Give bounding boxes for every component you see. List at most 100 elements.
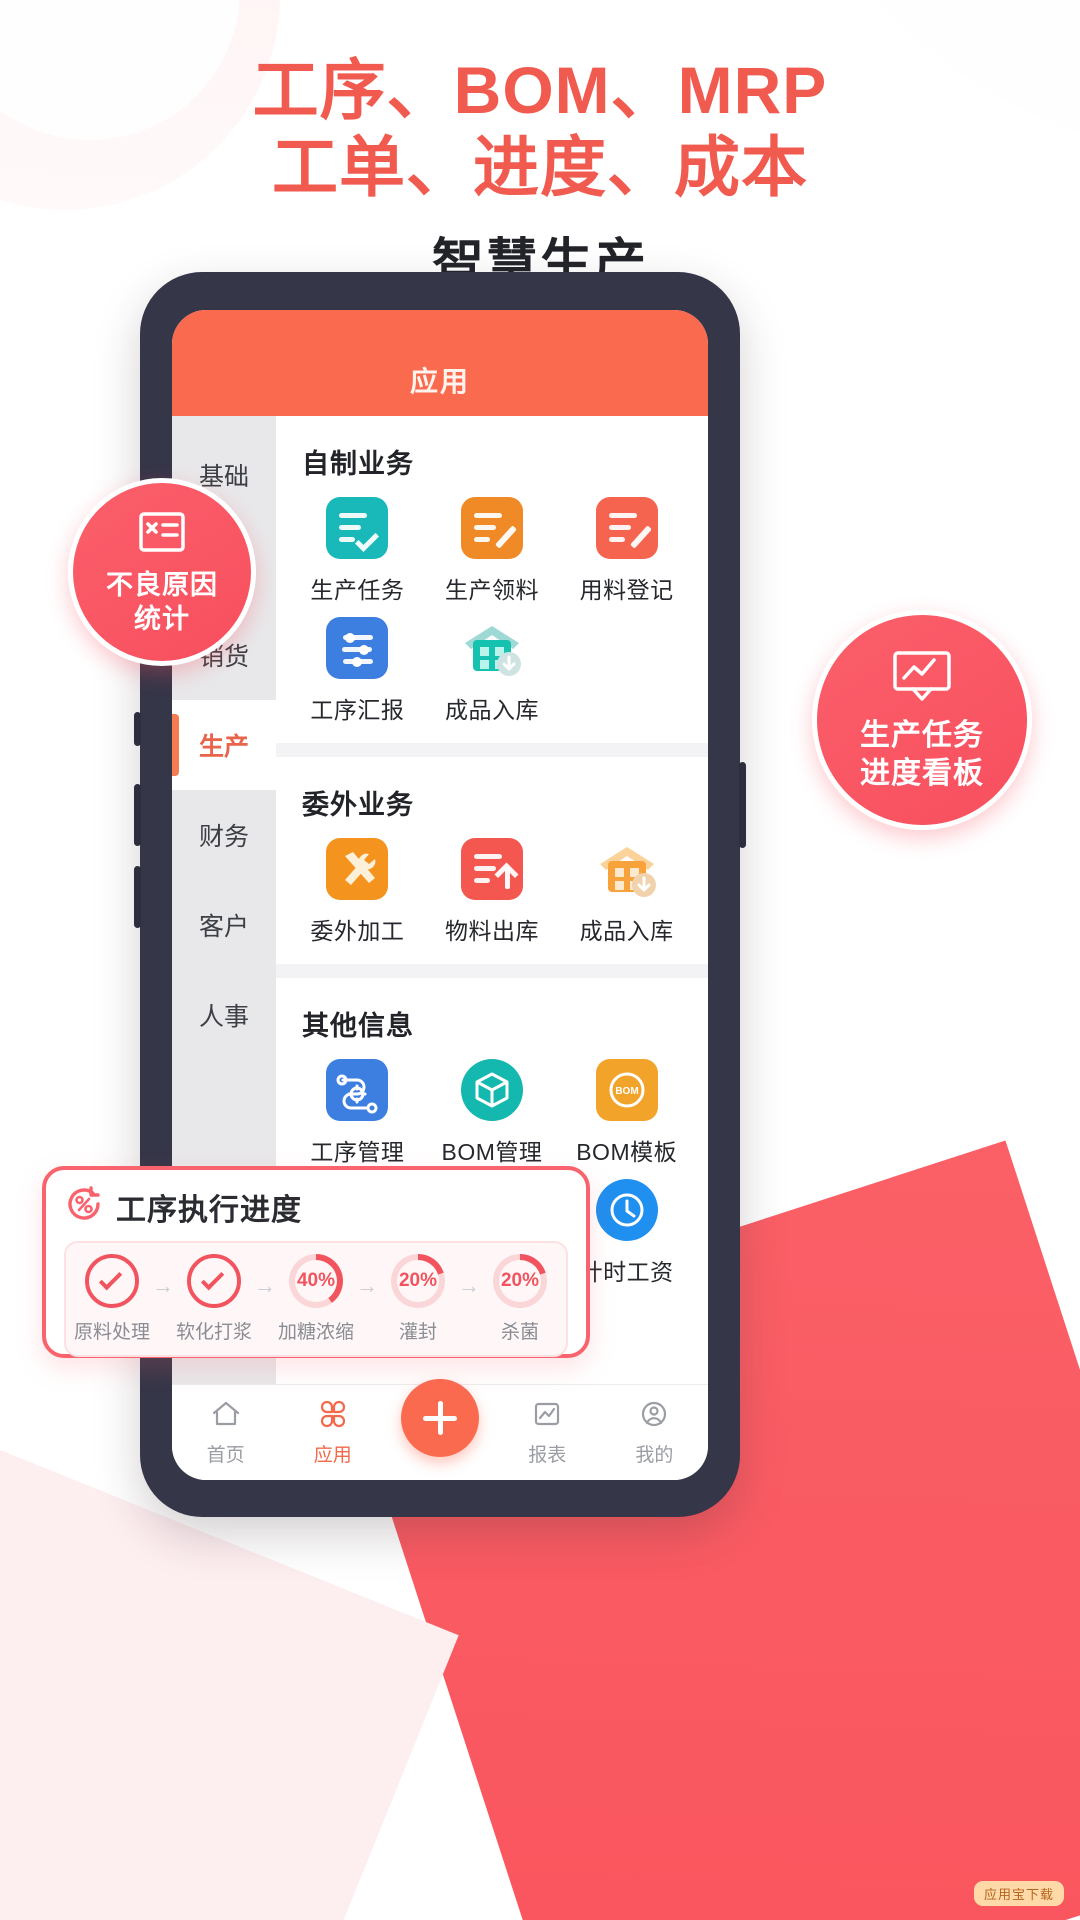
- headline-block: 工序、BOM、MRP 工单、进度、成本 智慧生产: [0, 52, 1080, 296]
- headline-line-2: 工单、进度、成本: [272, 129, 808, 204]
- section-title-outsourced: 委外业务: [302, 790, 414, 820]
- step-value: 20%: [397, 1260, 439, 1302]
- grid-apps-icon: [318, 1399, 348, 1434]
- step-value: 40%: [295, 1260, 337, 1302]
- flow-gear-icon: [326, 1059, 389, 1121]
- clock-icon: [595, 1179, 658, 1241]
- callout-label: 不良原因 统计: [106, 570, 218, 634]
- progress-step: 40% 加糖浓缩: [276, 1254, 356, 1344]
- app-tile-finished-goods-in-2[interactable]: 成品入库: [559, 838, 694, 946]
- progress-step: 原料处理: [72, 1254, 152, 1344]
- app-tile-label: 成品入库: [444, 697, 539, 723]
- nav-item-label: 首页: [206, 1444, 245, 1466]
- sliders-icon: [326, 617, 389, 679]
- section-grid-self-made: 生产任务 生产领料 用料登记 工序汇报 成品入库: [276, 487, 708, 743]
- nav-item-home[interactable]: 首页: [172, 1399, 279, 1467]
- warehouse-in-icon: [596, 838, 658, 900]
- app-tile-production-task[interactable]: 生产任务: [290, 497, 425, 605]
- step-ring-partial: 40%: [289, 1254, 343, 1308]
- add-button[interactable]: [401, 1379, 479, 1457]
- sidebar-item-kehu[interactable]: 客户: [172, 880, 276, 970]
- app-tile-process-report[interactable]: 工序汇报: [290, 617, 425, 725]
- app-tile-outsourced-processing[interactable]: 委外加工: [290, 838, 425, 946]
- sidebar-item-label: 财务: [198, 823, 249, 851]
- callout-label: 生产任务 进度看板: [860, 719, 984, 790]
- hammer-wrench-icon: [326, 838, 389, 900]
- home-icon: [211, 1399, 241, 1434]
- app-tile-bom-template[interactable]: BOM BOM模板: [559, 1059, 694, 1167]
- list-edit-icon: [595, 497, 658, 559]
- task-checklist-icon: [326, 497, 389, 559]
- check-icon: [200, 1266, 225, 1290]
- watermark-badge: 应用宝下载: [973, 1881, 1064, 1906]
- step-ring-partial: 20%: [391, 1254, 445, 1308]
- sidebar-item-label: 客户: [198, 913, 249, 941]
- cube-icon: [460, 1059, 523, 1121]
- check-icon: [98, 1266, 123, 1290]
- app-tile-label: 工序汇报: [310, 697, 405, 723]
- sidebar-item-label: 人事: [198, 1003, 249, 1031]
- app-tile-process-management[interactable]: 工序管理: [290, 1059, 425, 1167]
- app-tile-label: BOM管理: [441, 1139, 543, 1165]
- phone-button-silent: [134, 712, 141, 746]
- step-label: 软化打浆: [175, 1322, 252, 1343]
- step-arrow-icon: →: [254, 1273, 276, 1298]
- section-title-self-made: 自制业务: [302, 449, 414, 479]
- profile-icon: [639, 1399, 669, 1434]
- list-arrow-up-icon: [460, 838, 523, 900]
- phone-button-volume-down: [134, 866, 141, 928]
- progress-card-title: 工序执行进度: [116, 1193, 302, 1227]
- progress-step: 软化打浆: [174, 1254, 254, 1344]
- app-tile-label: 物料出库: [444, 918, 539, 944]
- kanban-chart-icon: [889, 648, 955, 709]
- phone-button-volume-up: [134, 784, 141, 846]
- bom-box-icon: BOM: [595, 1059, 658, 1121]
- nav-item-label: 应用: [313, 1444, 352, 1466]
- app-header-title: 应用: [409, 366, 470, 397]
- defect-report-icon: [135, 508, 189, 561]
- app-tile-finished-goods-in[interactable]: 成品入库: [425, 617, 560, 725]
- app-tile-label: 用料登记: [579, 577, 674, 603]
- step-ring-done: [187, 1254, 241, 1308]
- chart-report-icon: [532, 1399, 562, 1434]
- nav-item-reports[interactable]: 报表: [494, 1399, 601, 1467]
- app-tile-material-out[interactable]: 物料出库: [425, 838, 560, 946]
- phone-button-power: [739, 762, 746, 848]
- nav-item-label: 我的: [635, 1444, 674, 1466]
- step-label: 原料处理: [73, 1322, 150, 1343]
- progress-steps: 原料处理 → 软化打浆 → 40% 加糖浓缩 → 20% 灌封 → 20% 杀菌: [64, 1241, 568, 1357]
- progress-step: 20% 灌封: [378, 1254, 458, 1344]
- app-tile-label: 计时工资: [579, 1259, 674, 1285]
- sidebar-item-renshi[interactable]: 人事: [172, 970, 276, 1060]
- step-ring-partial: 20%: [493, 1254, 547, 1308]
- app-tile-label: BOM模板: [576, 1139, 678, 1165]
- app-tile-label: 生产任务: [310, 577, 405, 603]
- process-progress-card: 工序执行进度 原料处理 → 软化打浆 → 40% 加糖浓缩 → 20% 灌封 →: [42, 1166, 590, 1358]
- step-label: 加糖浓缩: [277, 1322, 354, 1343]
- step-label: 灌封: [398, 1322, 437, 1343]
- section-title-other-info: 其他信息: [302, 1011, 414, 1041]
- progress-step: 20% 杀菌: [480, 1254, 560, 1344]
- section-divider: [276, 743, 708, 757]
- sidebar-item-label: 生产: [198, 733, 249, 761]
- step-arrow-icon: →: [458, 1273, 480, 1298]
- app-tile-production-picking[interactable]: 生产领料: [425, 497, 560, 605]
- step-value: 20%: [499, 1260, 541, 1302]
- sidebar-item-caiwu[interactable]: 财务: [172, 790, 276, 880]
- plus-icon-vertical: [437, 1401, 443, 1435]
- app-tile-label: 工序管理: [310, 1139, 405, 1165]
- section-divider: [276, 964, 708, 978]
- sidebar-item-label: 基础: [198, 463, 249, 491]
- callout-task-kanban: 生产任务 进度看板: [812, 610, 1032, 830]
- app-tile-bom-management[interactable]: BOM管理: [425, 1059, 560, 1167]
- callout-defect-reason: 不良原因 统计: [68, 478, 256, 666]
- nav-item-profile[interactable]: 我的: [601, 1399, 708, 1467]
- sidebar-item-shengchan[interactable]: 生产: [172, 700, 276, 790]
- progress-percent-icon: [64, 1184, 104, 1229]
- nav-item-apps[interactable]: 应用: [279, 1399, 386, 1467]
- list-edit-icon: [460, 497, 523, 559]
- warehouse-in-icon: [461, 617, 523, 679]
- app-tile-label: 成品入库: [579, 918, 674, 944]
- app-tile-material-log[interactable]: 用料登记: [559, 497, 694, 605]
- step-arrow-icon: →: [356, 1273, 378, 1298]
